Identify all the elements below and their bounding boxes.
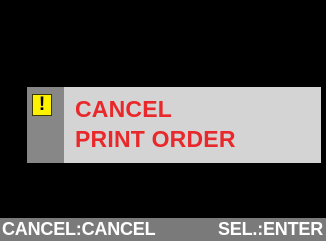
- camera-screen: ! CANCEL PRINT ORDER CANCEL:CANCEL SEL.:…: [0, 0, 326, 241]
- cancel-print-order-dialog: ! CANCEL PRINT ORDER: [27, 87, 321, 163]
- cancel-hint[interactable]: CANCEL:CANCEL: [2, 218, 156, 241]
- select-enter-hint[interactable]: SEL.:ENTER: [218, 218, 323, 241]
- dialog-message: CANCEL PRINT ORDER: [64, 87, 321, 163]
- dialog-message-line-1: CANCEL: [75, 96, 173, 122]
- dialog-icon-strip: !: [27, 87, 64, 163]
- warning-icon: !: [32, 94, 52, 116]
- dialog-message-line-2: PRINT ORDER: [75, 126, 236, 152]
- button-hint-bar: CANCEL:CANCEL SEL.:ENTER: [0, 218, 326, 241]
